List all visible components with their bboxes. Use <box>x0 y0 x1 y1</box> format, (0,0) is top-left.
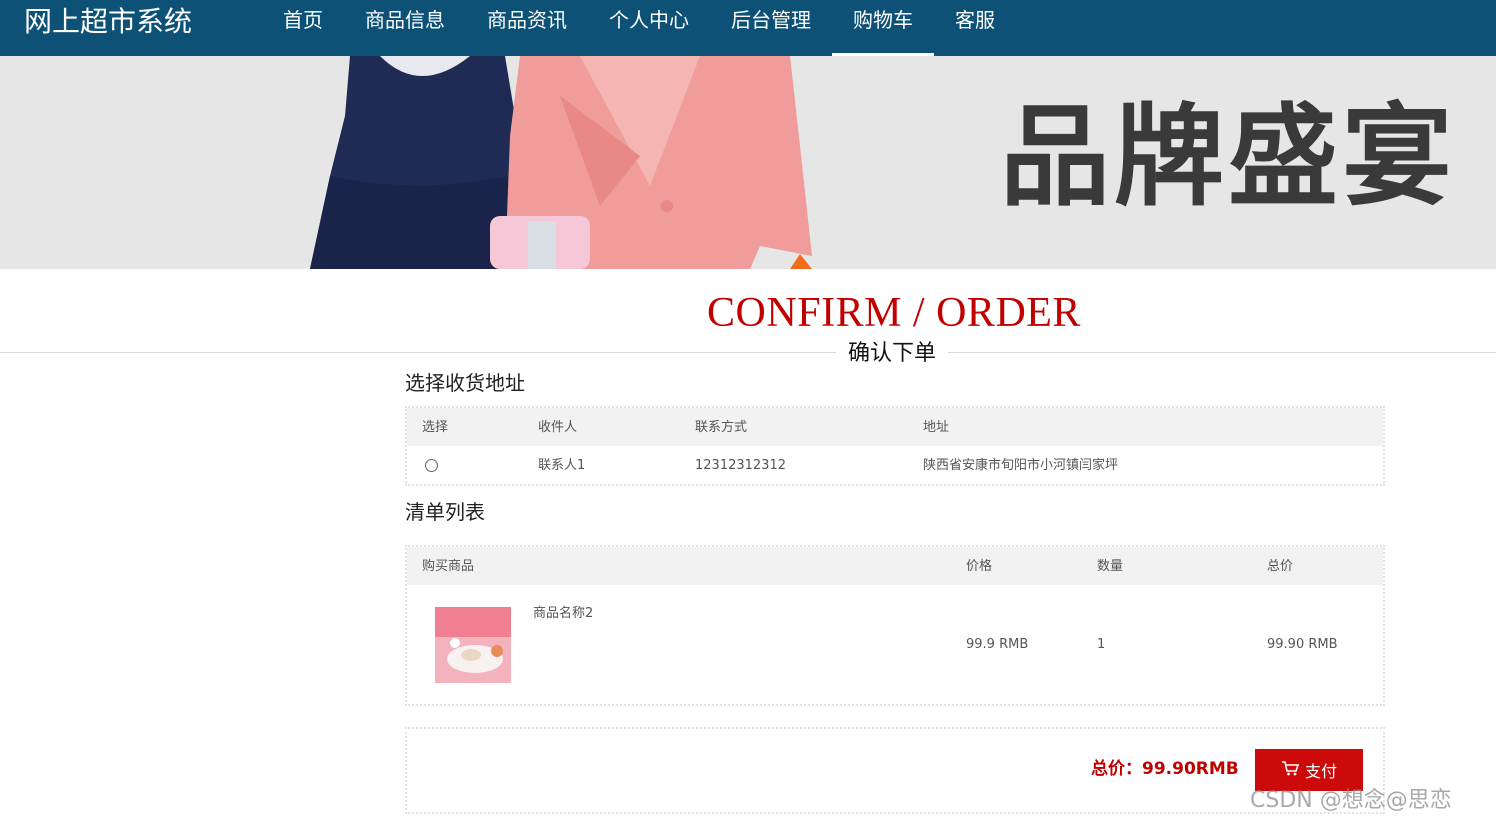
nav-cart[interactable]: 购物车 <box>832 0 934 56</box>
quantity-cell: 1 <box>1097 637 1106 652</box>
price-cell: 99.9 RMB <box>966 637 1029 652</box>
page-title: CONFIRM / ORDER <box>707 290 1081 336</box>
nav-home[interactable]: 首页 <box>262 0 344 56</box>
col-recipient: 收件人 <box>538 420 578 435</box>
cart-icon <box>1281 760 1300 780</box>
pay-button-label: 支付 <box>1304 762 1337 781</box>
main-nav: 首页 商品信息 商品资讯 个人中心 后台管理 购物车 客服 <box>262 0 1016 56</box>
product-thumbnail[interactable] <box>435 607 511 683</box>
nav-service[interactable]: 客服 <box>934 0 1016 56</box>
product-name[interactable]: 商品名称2 <box>533 605 593 623</box>
page-subtitle: 确认下单 <box>836 338 949 370</box>
top-navbar: 网上超市系统 首页 商品信息 商品资讯 个人中心 后台管理 购物车 客服 <box>0 0 1496 56</box>
nav-profile[interactable]: 个人中心 <box>588 0 710 56</box>
col-quantity: 数量 <box>1097 559 1124 574</box>
total-cell: 99.90 RMB <box>1267 637 1338 652</box>
col-product: 购买商品 <box>422 559 475 574</box>
order-table: 购买商品 价格 数量 总价 商品名称2 99.9 RMB 1 99.90 RMB <box>405 545 1385 706</box>
nav-products[interactable]: 商品信息 <box>344 0 466 56</box>
nav-news[interactable]: 商品资讯 <box>466 0 588 56</box>
site-brand[interactable]: 网上超市系统 <box>24 4 192 40</box>
address-table: 选择 收件人 联系方式 地址 联系人1 12312312312 陕西省安康市旬阳… <box>405 406 1385 486</box>
address-section-title: 选择收货地址 <box>405 371 525 395</box>
order-table-header: 购买商品 价格 数量 总价 <box>407 547 1383 585</box>
col-price: 价格 <box>966 559 993 574</box>
address-table-header: 选择 收件人 联系方式 地址 <box>407 408 1383 446</box>
checkout-bar: 总价：99.90RMB 支付 <box>405 727 1385 814</box>
watermark: CSDN @想念@思恋 <box>1250 788 1452 813</box>
banner-headline: 品牌盛宴 <box>1000 93 1456 221</box>
col-select: 选择 <box>422 420 449 435</box>
col-address: 地址 <box>923 420 950 435</box>
phone-cell: 12312312312 <box>695 458 786 473</box>
col-total: 总价 <box>1267 559 1294 574</box>
address-radio[interactable] <box>425 459 438 472</box>
promo-banner[interactable]: 品牌盛宴 <box>0 56 1496 269</box>
order-section-title: 清单列表 <box>405 500 485 524</box>
heading-divider <box>0 352 1496 353</box>
address-cell: 陕西省安康市旬阳市小河镇闫家坪 <box>923 458 1119 473</box>
col-phone: 联系方式 <box>695 420 748 435</box>
nav-admin[interactable]: 后台管理 <box>710 0 832 56</box>
order-total: 总价：99.90RMB <box>1091 759 1239 779</box>
recipient-cell: 联系人1 <box>538 458 586 473</box>
pay-button[interactable]: 支付 <box>1255 749 1363 791</box>
